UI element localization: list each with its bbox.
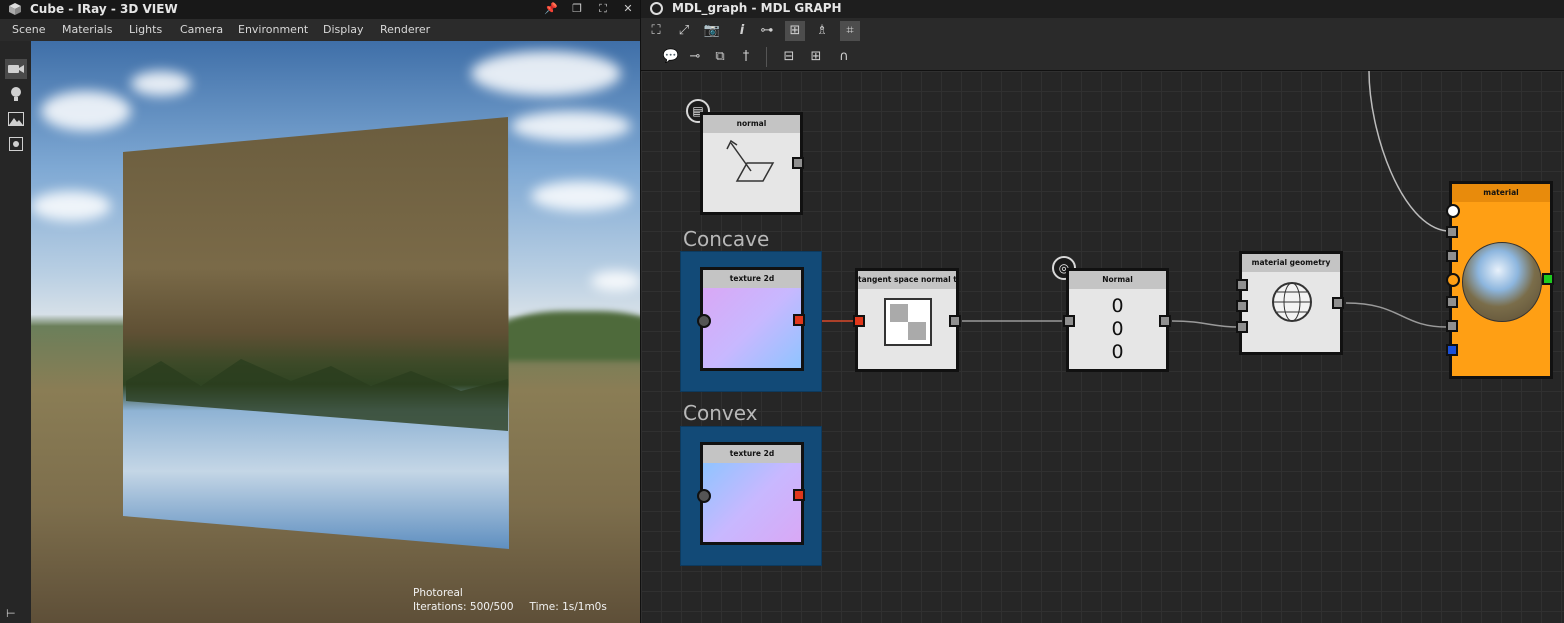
menu-materials[interactable]: Materials [62, 23, 112, 36]
output-port[interactable] [1542, 273, 1554, 285]
reflective-plane [123, 117, 509, 549]
node-header: normal [703, 115, 800, 133]
input-port[interactable] [1236, 300, 1248, 312]
connect-icon[interactable]: ⊶ [757, 21, 777, 41]
graph-toolbar: ⛶ ⤢ 📷 i ⊶ ⊞ ♗ ⌗ 💬 ⊸ ⧉ † ⊟ ⊞ ∩ [641, 18, 1564, 70]
node-material[interactable]: material [1446, 181, 1554, 379]
menu-camera[interactable]: Camera [180, 23, 223, 36]
input-port[interactable] [1236, 321, 1248, 333]
grid-icon[interactable]: ⌗ [840, 21, 860, 41]
node-normal-constant[interactable]: Normal 0 0 0 [1063, 268, 1171, 372]
input-port[interactable] [1063, 315, 1075, 327]
output-port[interactable] [793, 314, 805, 326]
fit-icon[interactable]: ⤢ [674, 21, 694, 41]
normal-y-value: 0 [1111, 318, 1124, 340]
comment-icon[interactable]: 💬 [661, 47, 681, 67]
input-port[interactable] [697, 489, 711, 503]
menu-display[interactable]: Display [323, 23, 364, 36]
normal-z-value: 0 [1111, 341, 1124, 363]
output-port[interactable] [793, 489, 805, 501]
viewport-menubar: Scene Materials Lights Camera Environmen… [0, 19, 640, 41]
node-header: texture 2d [703, 445, 801, 463]
node-header: tangent space normal te... [858, 271, 956, 289]
output-port[interactable] [792, 157, 804, 169]
input-port[interactable] [1446, 250, 1458, 262]
node-texture-2d-convex[interactable]: texture 2d [697, 442, 805, 545]
menu-environment[interactable]: Environment [238, 23, 308, 36]
normal-x-value: 0 [1111, 295, 1124, 317]
input-port[interactable] [1446, 204, 1460, 218]
material-preview-sphere [1462, 242, 1542, 322]
group-label-concave: Concave [683, 227, 770, 251]
layout-icon[interactable]: ⊞ [785, 21, 805, 41]
menu-lights[interactable]: Lights [129, 23, 162, 36]
input-port[interactable] [1446, 296, 1458, 308]
menu-scene[interactable]: Scene [12, 23, 46, 36]
node-header: texture 2d [703, 270, 801, 288]
cube-icon [9, 3, 21, 15]
lightbulb-icon[interactable] [5, 84, 27, 104]
node-texture-2d-concave[interactable]: texture 2d [697, 267, 805, 371]
output-port[interactable] [1332, 297, 1344, 309]
reroute-icon[interactable]: ⊸ [685, 47, 705, 67]
node-header: material geometry [1242, 254, 1340, 272]
snapshot-icon[interactable]: 📷 [702, 21, 722, 41]
time-label: Time: 1s/1m0s [529, 601, 607, 613]
input-port[interactable] [1446, 344, 1458, 356]
input-port[interactable] [1236, 279, 1248, 291]
mdl-graph-panel: MDL_graph - MDL GRAPH ⛶ ⤢ 📷 i ⊶ ⊞ ♗ ⌗ 💬 … [641, 0, 1564, 623]
pin-icon[interactable]: 📌 [543, 1, 559, 17]
node-material-geometry[interactable]: material geometry [1236, 251, 1344, 355]
render-info: Photoreal Iterations: 500/500 Time: 1s/1m… [413, 586, 607, 614]
group-icon[interactable]: ⧉ [710, 47, 730, 67]
align-h-icon[interactable]: ⊟ [779, 47, 799, 67]
iterations-label: Iterations: 500/500 [413, 601, 514, 613]
viewport-title: Cube - IRay - 3D VIEW [30, 2, 178, 16]
clean-icon[interactable]: ♗ [812, 21, 832, 41]
node-header: Normal [1069, 271, 1166, 289]
pin-icon[interactable]: † [736, 47, 756, 67]
texture-preview [703, 288, 801, 368]
scene-tree-icon[interactable]: ⊢ [6, 607, 20, 620]
environment-icon[interactable] [5, 109, 27, 129]
camera-icon[interactable] [5, 59, 27, 79]
info-icon[interactable]: i [732, 21, 752, 41]
node-tangent-space-normal[interactable]: tangent space normal te... [853, 268, 961, 372]
sphere-wireframe-icon [1272, 282, 1312, 322]
graph-app-icon [650, 2, 663, 15]
graph-title: MDL_graph - MDL GRAPH [672, 1, 842, 15]
input-port[interactable] [697, 314, 711, 328]
viewport-side-toolbar: ⊢ [0, 41, 31, 623]
input-port[interactable] [1446, 320, 1458, 332]
output-port[interactable] [949, 315, 961, 327]
output-port[interactable] [1159, 315, 1171, 327]
viewport-3d-panel: Cube - IRay - 3D VIEW 📌 ❐ ⛶ ✕ Scene Mate… [0, 0, 640, 623]
graph-canvas[interactable]: ▤ normal Concave texture 2d tangent spac… [641, 71, 1564, 623]
settings-icon[interactable] [5, 134, 27, 154]
frame-all-icon[interactable]: ⛶ [646, 21, 666, 41]
input-port[interactable] [853, 315, 865, 327]
node-header: material [1452, 184, 1550, 202]
restore-icon[interactable]: ❐ [569, 1, 585, 17]
align-v-icon[interactable]: ⊞ [806, 47, 826, 67]
texture-preview [703, 463, 801, 542]
input-port[interactable] [1446, 226, 1458, 238]
render-viewport[interactable] [31, 41, 640, 623]
input-port[interactable] [1446, 273, 1460, 287]
normal-vector-icon [726, 139, 775, 182]
viewport-titlebar: Cube - IRay - 3D VIEW 📌 ❐ ⛶ ✕ [0, 0, 640, 19]
maximize-icon[interactable]: ⛶ [595, 1, 611, 17]
group-label-convex: Convex [683, 401, 758, 425]
close-icon[interactable]: ✕ [620, 1, 636, 17]
menu-renderer[interactable]: Renderer [380, 23, 430, 36]
render-mode-label: Photoreal [413, 587, 463, 599]
snap-icon[interactable]: ∩ [834, 47, 854, 67]
toolbar-separator [766, 47, 767, 67]
checker-icon [884, 298, 932, 346]
graph-titlebar: MDL_graph - MDL GRAPH [641, 0, 1564, 18]
node-normal[interactable]: normal [700, 112, 804, 215]
